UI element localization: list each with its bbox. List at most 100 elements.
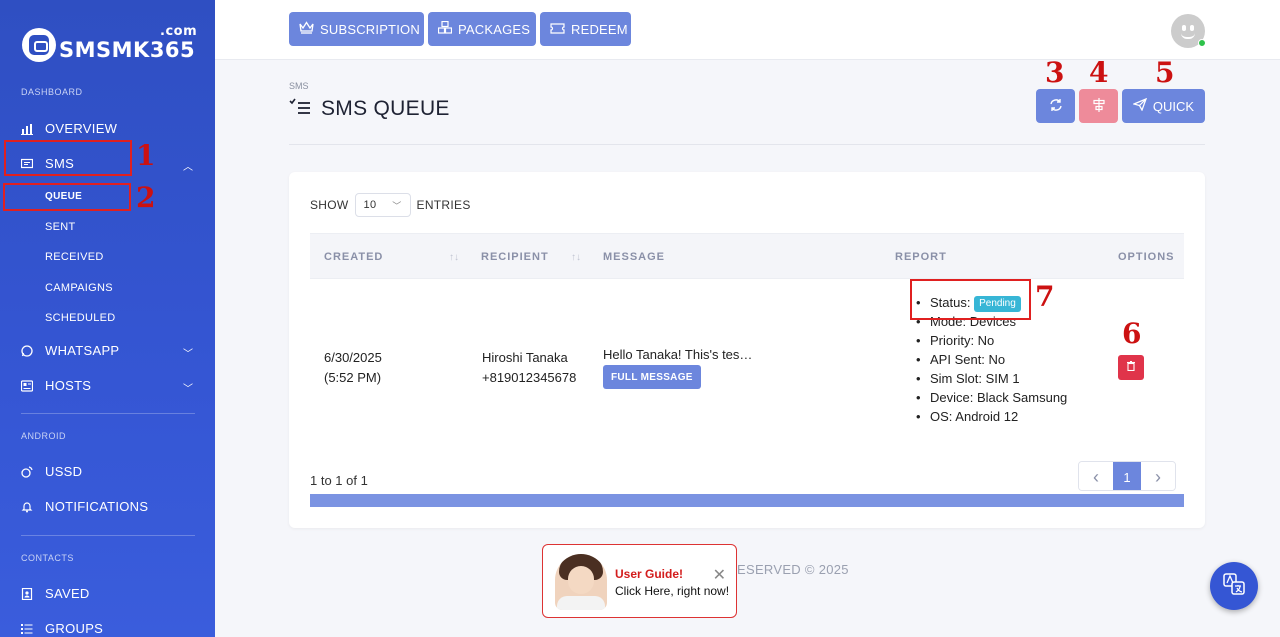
crown-icon [299,21,314,37]
annotation-box-1 [4,140,132,176]
report-device: Device: Black Samsung [916,388,1067,407]
report-sim-slot: Sim Slot: SIM 1 [916,369,1067,388]
sidebar-item-campaigns[interactable]: CAMPAIGNS [45,282,113,294]
column-created[interactable]: CREATED [324,251,383,263]
sidebar-item-scheduled[interactable]: SCHEDULED [45,312,116,324]
ussd-icon [21,465,33,478]
user-guide-popup[interactable]: User Guide! Click Here, right now! ✕ [542,544,737,618]
annotation-number-2: 2 [136,181,156,214]
prev-page-button[interactable]: ‹ [1079,462,1113,490]
sidebar-item-whatsapp[interactable]: WHATSAPP [21,343,119,358]
annotation-box-2 [3,183,131,211]
pagination-summary: 1 to 1 of 1 [310,473,368,488]
sidebar-item-label: GROUPS [45,621,104,636]
entries-value: 10 [363,199,377,211]
column-report: REPORT [895,251,947,263]
recipient-name: Hiroshi Tanaka [482,350,568,365]
server-icon [21,379,33,392]
quick-label: QUICK [1152,98,1195,114]
page-1-button[interactable]: 1 [1113,462,1141,490]
guide-title: User Guide! [615,567,684,581]
sidebar-item-label: HOSTS [45,378,92,393]
column-recipient[interactable]: RECIPIENT [481,251,549,263]
page-title: SMS QUEUE [289,97,450,121]
quick-send-button[interactable]: QUICK [1122,89,1205,123]
bell-icon [21,501,33,513]
sidebar-item-label: SAVED [45,586,90,601]
boxes-icon [437,20,453,37]
align-center-icon [1092,97,1106,115]
section-dashboard: DASHBOARD [21,87,83,97]
ticket-icon [550,22,565,37]
contact-book-icon [21,587,33,600]
delete-button[interactable] [1118,355,1144,380]
footer-copyright: ESERVED © 2025 [737,562,849,577]
show-label: SHOW [310,198,349,212]
sidebar-item-label: OVERVIEW [45,121,118,136]
sidebar-item-received[interactable]: RECEIVED [45,251,104,263]
chevron-down-icon[interactable]: ﹀ [183,380,193,395]
translate-button[interactable] [1210,562,1258,610]
chevron-up-icon[interactable]: ︿ [183,158,193,173]
translate-icon [1223,572,1245,600]
entries-select[interactable]: 10 ﹀ [354,193,411,217]
logo-suffix: .com [160,24,198,39]
sidebar-divider [21,535,195,536]
entries-control: SHOW 10 ﹀ ENTRIES [310,193,471,217]
page-title-text: SMS QUEUE [321,97,450,120]
avatar[interactable] [1171,14,1206,48]
sidebar-item-ussd[interactable]: USSD [21,464,82,479]
avatar-mouth [1181,33,1195,39]
refresh-icon [1049,98,1063,115]
full-message-button[interactable]: FULL MESSAGE [603,365,701,389]
message-preview: Hello Tanaka! This's tes… [603,347,753,362]
created-date: 6/30/2025 [324,350,382,365]
subscription-button[interactable]: SUBSCRIPTION [289,12,424,46]
next-page-button[interactable]: › [1141,462,1175,490]
recipient-phone: +819012345678 [482,370,577,385]
annotation-number-7: 7 [1035,280,1055,313]
sidebar-item-groups[interactable]: GROUPS [21,621,103,636]
close-icon[interactable]: ✕ [713,565,726,585]
section-android: ANDROID [21,431,67,441]
support-agent-icon [555,554,607,610]
sidebar-item-hosts[interactable]: HOSTS [21,378,91,393]
logo-name: SMSMK365 [59,38,196,62]
online-status-icon [1198,39,1206,47]
annotation-number-1: 1 [136,139,156,172]
sidebar-item-overview[interactable]: OVERVIEW [21,121,117,136]
report-api-sent: API Sent: No [916,350,1067,369]
pagination: ‹ 1 › [1078,461,1176,491]
send-icon [1131,97,1148,114]
sidebar-item-sent[interactable]: SENT [45,221,76,233]
logo-icon [22,28,56,62]
created-time: (5:52 PM) [324,370,382,385]
bar-chart-icon [21,123,33,135]
sidebar-item-notifications[interactable]: NOTIFICATIONS [21,499,148,514]
list-icon [21,623,33,635]
sort-icon[interactable]: ↑↓ [571,252,581,263]
subscription-label: SUBSCRIPTION [320,21,420,37]
refresh-button[interactable] [1036,89,1075,123]
redeem-label: REDEEM [571,21,628,37]
packages-label: PACKAGES [458,21,531,37]
recipient-cell: Hiroshi Tanaka +819012345678 [482,348,576,388]
annotation-number-5: 5 [1155,56,1175,89]
chevron-down-icon: ﹀ [392,200,402,211]
redeem-button[interactable]: REDEEM [540,12,631,46]
packages-button[interactable]: PACKAGES [428,12,536,46]
sort-icon[interactable]: ↑↓ [449,252,459,263]
section-contacts: CONTACTS [21,553,74,563]
sidebar: SMSMK365 .com DASHBOARD OVERVIEW SMS ︿ Q… [0,0,215,637]
horizontal-scrollbar[interactable] [310,494,1184,507]
logo[interactable]: SMSMK365 .com [22,24,197,62]
clear-queue-button[interactable] [1079,89,1118,123]
whatsapp-icon [21,344,33,357]
sidebar-item-label: NOTIFICATIONS [45,499,149,514]
sidebar-item-saved[interactable]: SAVED [21,586,90,601]
guide-subtitle: Click Here, right now! [615,584,730,598]
sidebar-item-label: WHATSAPP [45,343,120,358]
chevron-down-icon[interactable]: ﹀ [183,345,193,360]
checklist-icon [289,98,311,121]
table-header: CREATED ↑↓ RECIPIENT ↑↓ MESSAGE REPORT O… [310,233,1184,279]
